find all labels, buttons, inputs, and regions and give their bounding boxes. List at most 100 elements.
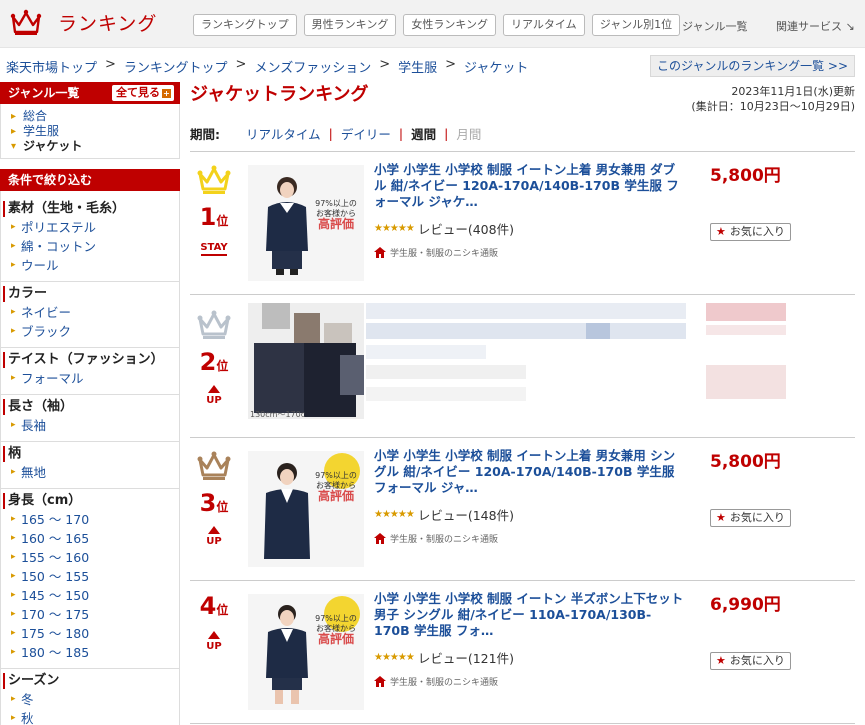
star-rating-icon: ★★★★★ xyxy=(374,652,415,663)
filter-group: カラーネイビーブラック xyxy=(1,282,179,348)
filter-option[interactable]: 180 ～ 185 xyxy=(11,643,179,662)
product-image[interactable]: 97%以上の お客様から 高評価 xyxy=(248,165,364,281)
filter-option[interactable]: フォーマル xyxy=(11,369,179,388)
breadcrumb-item[interactable]: 学生服 xyxy=(398,57,437,76)
filter-option[interactable]: 165 ～ 170 xyxy=(11,510,179,529)
genre-item-overall[interactable]: 総合 xyxy=(11,109,179,124)
rank-suffix: 位 xyxy=(216,359,229,373)
filter-option[interactable]: 綿・コットン xyxy=(11,237,179,256)
sidebar: ジャンル一覧 全て見る + 総合 学生服 ジャケット 条件で絞り込む 素材（生地… xyxy=(0,82,180,725)
favorite-button[interactable]: ★ お気に入り xyxy=(710,223,791,241)
filter-group-title: テイスト（ファッション） xyxy=(3,352,179,368)
movement-label: STAY xyxy=(200,242,228,253)
silver-crown-icon xyxy=(197,310,231,339)
filter-option[interactable]: ブラック xyxy=(11,322,179,341)
genre-list: 総合 学生服 ジャケット xyxy=(0,104,180,159)
filter-option[interactable]: 155 ～ 160 xyxy=(11,548,179,567)
up-arrow-icon xyxy=(208,631,220,639)
genre-item-jacket[interactable]: ジャケット xyxy=(11,139,179,154)
show-all-label: 全て見る xyxy=(116,86,160,99)
filter-option[interactable]: 160 ～ 165 xyxy=(11,529,179,548)
breadcrumb-item[interactable]: ランキングトップ xyxy=(124,57,228,76)
product-image[interactable]: 97%以上の お客様から 高評価 xyxy=(248,594,364,710)
product-price: 5,800円 xyxy=(710,452,781,472)
filter-group: 長さ（袖）長袖 xyxy=(1,395,179,442)
rank-value: 1 xyxy=(199,203,217,231)
tab-ranking-top[interactable]: ランキングトップ xyxy=(193,14,297,36)
filter-option[interactable]: 無地 xyxy=(11,463,179,482)
shop-link[interactable]: 学生服・制服のニシキ通販 xyxy=(374,246,498,259)
genre-item-school-uniform[interactable]: 学生服 xyxy=(11,124,179,139)
filter-group: 身長（cm）165 ～ 170160 ～ 165155 ～ 160150 ～ 1… xyxy=(1,489,179,669)
genre-list-title: ジャンル一覧 xyxy=(8,86,80,100)
shop-link[interactable]: 学生服・制服のニシキ通販 xyxy=(374,675,498,688)
filter-option[interactable]: 秋 xyxy=(11,709,179,725)
filter-group-title: 長さ（袖） xyxy=(3,399,179,415)
filter-group-title: カラー xyxy=(3,286,179,302)
review-count: レビュー(408件) xyxy=(417,222,514,237)
tab-women-ranking[interactable]: 女性ランキング xyxy=(403,14,497,36)
period-daily[interactable]: デイリー xyxy=(333,124,399,143)
product-name-link[interactable]: 小学 小学生 小学校 制服 イートン 半ズボン上下セット 男子 シングル 紺/ネ… xyxy=(374,591,684,639)
filter-option[interactable]: 175 ～ 180 xyxy=(11,624,179,643)
rank-badge: 3位 UP xyxy=(196,450,232,547)
gold-crown-icon xyxy=(197,165,231,194)
filter-group-title: 身長（cm） xyxy=(3,493,179,509)
filter-option[interactable]: ウール xyxy=(11,256,179,275)
shop-home-icon xyxy=(374,247,386,258)
filter-group-title: シーズン xyxy=(3,673,179,689)
breadcrumb-item[interactable]: メンズファッション xyxy=(254,57,371,76)
related-services-link[interactable]: 関連サービス ↘ xyxy=(776,18,855,34)
rank-movement: UP xyxy=(196,526,232,547)
review-summary[interactable]: ★★★★★ レビュー(408件) xyxy=(374,219,514,238)
ranking-logo[interactable]: ランキング xyxy=(10,8,157,36)
rank-movement: UP xyxy=(196,385,232,406)
tab-genre-first[interactable]: ジャンル別1位 xyxy=(591,14,681,36)
star-icon: ★ xyxy=(716,511,726,524)
filter-option[interactable]: 150 ～ 155 xyxy=(11,567,179,586)
filter-option[interactable]: 冬 xyxy=(11,690,179,709)
favorite-label: お気に入り xyxy=(729,511,785,524)
breadcrumb-separator: > xyxy=(379,57,391,72)
show-all-button[interactable]: 全て見る + xyxy=(112,85,174,101)
favorite-button[interactable]: ★ お気に入り xyxy=(710,652,791,670)
filter-title: 条件で絞り込む xyxy=(8,173,93,187)
filter-option[interactable]: 長袖 xyxy=(11,416,179,435)
product-name-link[interactable]: 小学 小学生 小学校 制服 イートン上着 男女兼用 ダブル 紺/ネイビー 120… xyxy=(374,162,684,210)
breadcrumb-separator: > xyxy=(235,57,247,72)
shop-name: 学生服・制服のニシキ通販 xyxy=(390,249,499,259)
filter-option[interactable]: ポリエステル xyxy=(11,218,179,237)
product-name-link[interactable]: 小学 小学生 小学校 制服 イートン上着 男女兼用 シングル 紺/ネイビー 12… xyxy=(374,448,684,496)
rank-suffix: 位 xyxy=(216,500,229,514)
favorite-button[interactable]: ★ お気に入り xyxy=(710,509,791,527)
product-price: 5,800円 xyxy=(710,166,781,186)
review-count: レビュー(148件) xyxy=(417,508,514,523)
review-summary[interactable]: ★★★★★ レビュー(148件) xyxy=(374,505,514,524)
main-content: ジャケットランキング 2023年11月1日(水)更新 (集計日：10月23日～1… xyxy=(190,80,855,724)
tab-men-ranking[interactable]: 男性ランキング xyxy=(303,14,397,36)
rank-value: 3 xyxy=(199,489,217,517)
aggregation-range: (集計日：10月23日～10月29日) xyxy=(691,100,855,113)
tab-realtime[interactable]: リアルタイム xyxy=(503,14,585,36)
breadcrumb-item[interactable]: ジャケット xyxy=(464,57,528,76)
period-realtime[interactable]: リアルタイム xyxy=(238,124,329,143)
review-badge: 97%以上の お客様から 高評価 xyxy=(315,199,357,231)
top-tabs: ランキングトップ 男性ランキング 女性ランキング リアルタイム ジャンル別1位 xyxy=(193,14,681,36)
genre-ranking-list-link[interactable]: このジャンルのランキング一覧 >> xyxy=(650,55,855,77)
favorite-label: お気に入り xyxy=(729,225,785,238)
filter-option[interactable]: 170 ～ 175 xyxy=(11,605,179,624)
period-selector: 期間: リアルタイム | デイリー | 週間 | 月間 xyxy=(190,124,855,143)
star-rating-icon: ★★★★★ xyxy=(374,509,415,520)
rank-suffix: 位 xyxy=(216,214,229,228)
product-image[interactable]: 97%以上の お客様から 高評価 xyxy=(248,451,364,567)
period-weekly[interactable]: 週間 xyxy=(403,124,444,143)
rank-badge: 4位 UP xyxy=(196,593,232,652)
filter-group-title: 素材（生地・毛糸） xyxy=(3,201,179,217)
review-summary[interactable]: ★★★★★ レビュー(121件) xyxy=(374,648,514,667)
genre-list-top-link[interactable]: ジャンル一覧 xyxy=(682,18,747,34)
filter-option[interactable]: ネイビー xyxy=(11,303,179,322)
shop-name: 学生服・制服のニシキ通販 xyxy=(390,535,499,545)
shop-link[interactable]: 学生服・制服のニシキ通販 xyxy=(374,532,498,545)
filter-option[interactable]: 145 ～ 150 xyxy=(11,586,179,605)
breadcrumb-item[interactable]: 楽天市場トップ xyxy=(6,57,97,76)
